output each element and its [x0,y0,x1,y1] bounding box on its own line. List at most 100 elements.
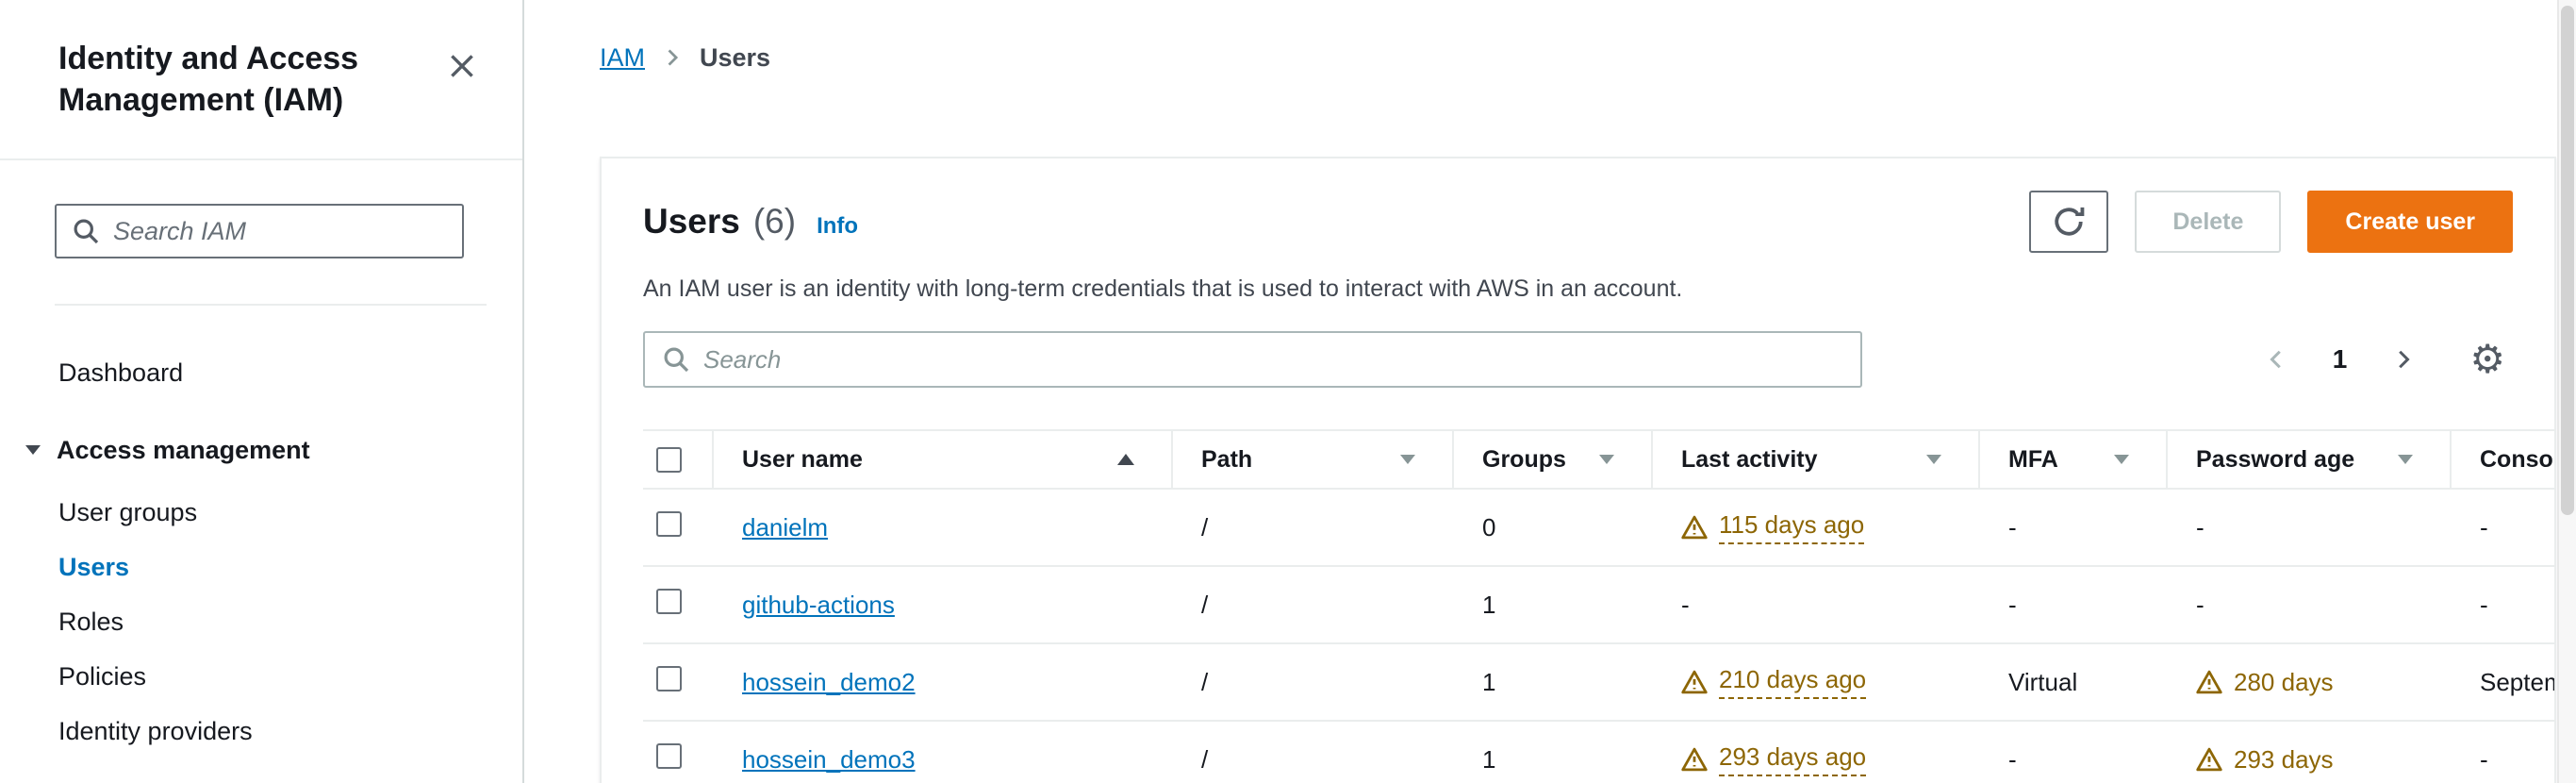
warning-icon [1681,746,1708,773]
last-activity-value[interactable]: 293 days ago [1719,742,1867,776]
warning-icon [2196,746,2222,773]
delete-button[interactable]: Delete [2135,191,2282,253]
iam-sidebar: Identity and Access Management (IAM) Das… [0,0,524,783]
close-sidebar-button[interactable] [443,47,481,85]
chevron-left-icon [2265,348,2287,371]
scrollbar-thumb[interactable] [2561,6,2574,515]
sidebar-header: Identity and Access Management (IAM) [0,0,522,121]
password-age-cell: - [2196,512,2204,541]
table-header-row: User name Path Groups Last activity MFA … [643,429,2554,490]
user-name-link[interactable]: danielm [742,513,828,541]
last-activity-cell: 115 days ago [1653,510,1980,544]
mfa-cell: - [2008,590,2017,619]
column-header-groups[interactable]: Groups [1454,431,1653,488]
path-cell: / [1201,667,1209,696]
panel-actions: Delete Create user [2029,191,2513,253]
row-checkbox[interactable] [656,511,682,537]
column-header-mfa[interactable]: MFA [1980,431,2168,488]
search-icon [662,345,690,374]
breadcrumb-current-users: Users [700,42,771,72]
mfa-cell: - [2008,512,2017,541]
preferences-gear-icon[interactable]: ⚙ [2469,340,2505,379]
users-count: (6) [752,202,797,241]
password-age-cell: 293 days [2168,745,2452,775]
current-page-number[interactable]: 1 [2333,344,2348,375]
password-age-cell: 280 days [2168,668,2452,697]
warning-icon [1681,669,1708,695]
sidebar-item-policies[interactable]: Policies [0,649,522,704]
breadcrumb: IAM Users [600,42,2576,74]
sidebar-section-access-management[interactable]: Access management [0,423,522,477]
table-search-input[interactable] [703,344,1843,375]
groups-count-link[interactable]: 1 [1482,667,1496,697]
table-row: hossein_demo2 / 1 210 days ago Virtual 2… [643,644,2554,722]
table-toolbar: 1 ⚙ [643,331,2513,388]
user-name-link[interactable]: hossein_demo3 [742,745,916,774]
sidebar-search-input[interactable] [113,216,447,246]
path-cell: / [1201,744,1209,774]
header-select-cell [643,431,714,488]
next-page-button[interactable] [2388,344,2419,375]
mfa-cell: - [2008,744,2017,774]
column-header-last-activity[interactable]: Last activity [1653,431,1980,488]
section-caret-icon [25,444,41,456]
password-age-value: 280 days [2234,667,2334,696]
console-signin-cell: - [2480,590,2488,619]
sidebar-item-user-groups[interactable]: User groups [0,485,522,540]
last-activity-value[interactable]: 210 days ago [1719,665,1867,699]
filter-icon[interactable] [2397,454,2414,465]
column-header-password-age[interactable]: Password age [2168,431,2452,488]
search-icon [72,217,100,245]
console-signin-cell: September [2480,667,2554,696]
create-user-button[interactable]: Create user [2307,191,2513,253]
sidebar-item-roles[interactable]: Roles [0,594,522,649]
sidebar-subnav: User groups Users Roles Policies Identit… [0,485,522,758]
filter-icon[interactable] [2113,454,2130,465]
console-signin-cell: - [2480,512,2488,541]
breadcrumb-link-iam[interactable]: IAM [600,43,645,73]
user-name-link[interactable]: github-actions [742,591,895,619]
sidebar-section-label: Access management [57,435,310,464]
path-cell: / [1201,512,1209,541]
sidebar-search-box [55,204,464,259]
table-row: github-actions / 1 - - - - [643,567,2554,644]
select-all-checkbox[interactable] [656,446,682,473]
sidebar-item-identity-providers[interactable]: Identity providers [0,704,522,758]
main-content: IAM Users Users (6) Info Delete Create u… [524,0,2576,783]
console-signin-cell: - [2480,744,2488,774]
groups-count-link[interactable]: 1 [1482,590,1496,620]
sidebar-item-dashboard[interactable]: Dashboard [0,345,522,400]
row-checkbox[interactable] [656,743,682,769]
filter-icon[interactable] [1925,454,1942,465]
password-age-cell: - [2196,590,2204,619]
row-checkbox[interactable] [656,666,682,691]
filter-icon[interactable] [1598,454,1615,465]
groups-count-link[interactable]: 1 [1482,744,1496,775]
column-header-console-last-signin[interactable]: Console last sign-in [2452,431,2554,488]
column-header-path[interactable]: Path [1173,431,1454,488]
path-cell: / [1201,590,1209,619]
refresh-button[interactable] [2029,191,2109,253]
breadcrumb-chevron-icon [662,47,683,68]
info-link[interactable]: Info [817,213,858,240]
table-search-box [643,331,1862,388]
user-name-link[interactable]: hossein_demo2 [742,668,916,696]
table-row: hossein_demo3 / 1 293 days ago - 293 day… [643,722,2554,783]
warning-icon [2196,669,2222,695]
mfa-cell: Virtual [2008,667,2078,696]
last-activity-value[interactable]: 115 days ago [1719,510,1865,544]
row-checkbox[interactable] [656,589,682,614]
sidebar-header-divider [0,158,522,161]
chevron-right-icon [2392,348,2415,371]
close-icon [447,51,477,81]
users-panel: Users (6) Info Delete Create user An IAM… [600,157,2556,783]
sort-ascending-icon [1116,453,1135,466]
last-activity-cell: 293 days ago [1653,742,1980,776]
password-age-value: 293 days [2234,744,2334,774]
vertical-scrollbar [2557,0,2576,783]
column-header-user-name[interactable]: User name [714,431,1173,488]
filter-icon[interactable] [1399,454,1416,465]
previous-page-button[interactable] [2261,344,2291,375]
sidebar-item-users[interactable]: Users [0,540,522,594]
warning-icon [1681,514,1708,541]
